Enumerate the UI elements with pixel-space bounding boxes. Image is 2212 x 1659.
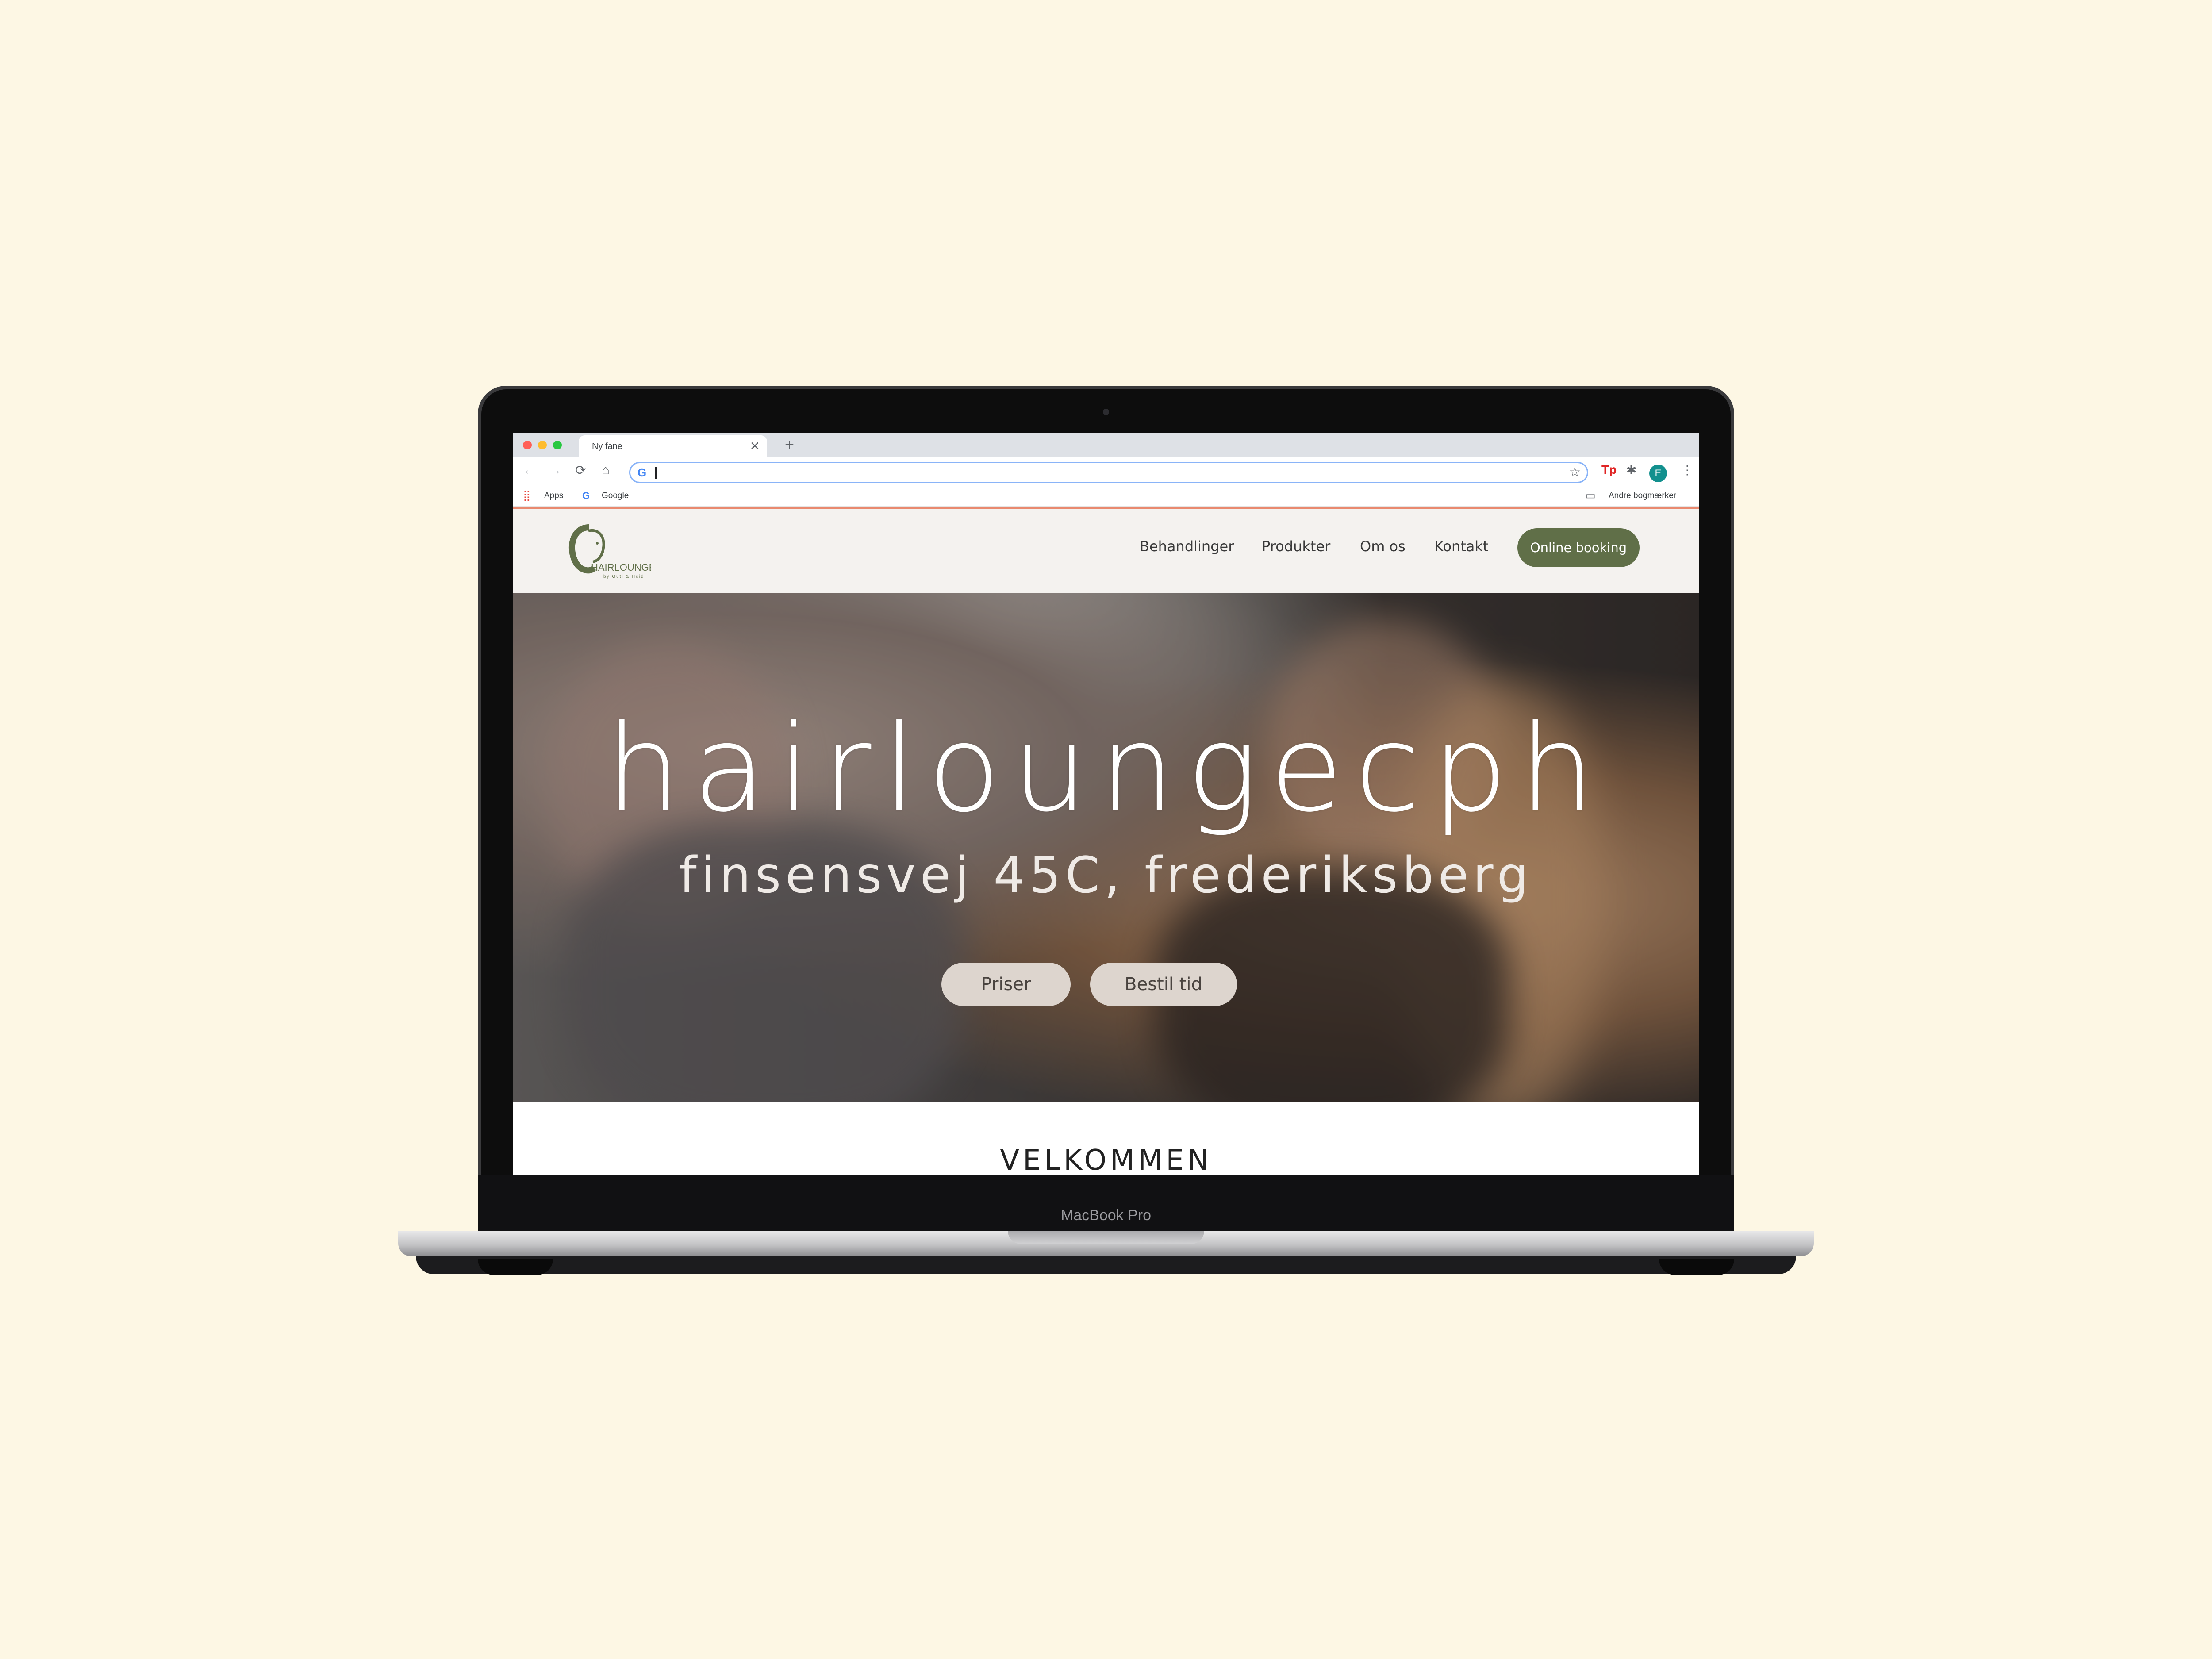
nav-om-os[interactable]: Om os xyxy=(1360,538,1406,555)
hero-subtitle: finsensvej 45C, frederiksberg xyxy=(679,847,1533,904)
folder-icon: ▭ xyxy=(1586,490,1596,502)
website: HAIRLOUNGE by Guti & Heidi Behandlinger … xyxy=(513,507,1699,1175)
hero-section: hairloungecph finsensvej 45C, frederiksb… xyxy=(513,593,1699,1102)
nav-kontakt[interactable]: Kontakt xyxy=(1434,538,1488,555)
minimize-window-button[interactable] xyxy=(538,441,547,449)
bookmark-google[interactable]: Google xyxy=(602,491,629,501)
reload-icon[interactable]: ⟳ xyxy=(575,463,586,478)
maximize-window-button[interactable] xyxy=(553,441,562,449)
tab-title: Ny fane xyxy=(592,442,622,451)
nav-produkter[interactable]: Produkter xyxy=(1262,538,1330,555)
camera xyxy=(1103,409,1109,415)
online-booking-button[interactable]: Online booking xyxy=(1517,528,1640,567)
bookmarks-bar: ⣿ Apps G Google ▭ Andre bogmærker xyxy=(513,486,1699,507)
google-bookmark-icon: G xyxy=(582,490,590,501)
text-caret xyxy=(655,467,657,479)
priser-button[interactable]: Priser xyxy=(941,963,1071,1006)
hero-title: hairloungecph xyxy=(605,699,1607,838)
extension-tp-icon[interactable]: Tp xyxy=(1601,463,1617,477)
address-bar[interactable]: G ☆ xyxy=(629,462,1588,483)
laptop-foot xyxy=(478,1259,553,1275)
profile-avatar[interactable]: E xyxy=(1649,465,1667,482)
nav-behandlinger[interactable]: Behandlinger xyxy=(1140,538,1234,555)
back-icon[interactable]: ← xyxy=(523,463,536,478)
bookmark-apps[interactable]: Apps xyxy=(544,491,563,501)
bookmark-other[interactable]: Andre bogmærker xyxy=(1609,491,1676,501)
google-icon: G xyxy=(637,466,647,479)
browser-toolbar: ← → ⟳ ⌂ G ☆ Tp ✱ E ⋮ xyxy=(513,457,1699,486)
tab-new-tab[interactable]: Ny fane ✕ xyxy=(579,435,767,457)
browser-menu-icon[interactable]: ⋮ xyxy=(1681,463,1694,477)
logo-subtext: by Guti & Heidi xyxy=(603,574,646,579)
apps-grid-icon: ⣿ xyxy=(523,490,531,502)
laptop-notch xyxy=(1008,1231,1204,1244)
device-label: MacBook Pro xyxy=(1060,1207,1152,1224)
welcome-heading: VELKOMMEN xyxy=(1000,1144,1212,1175)
close-window-button[interactable] xyxy=(523,441,532,449)
laptop-base-shadow xyxy=(416,1256,1796,1274)
laptop-foot xyxy=(1659,1259,1734,1275)
bookmark-star-icon[interactable]: ☆ xyxy=(1569,465,1581,480)
close-tab-icon[interactable]: ✕ xyxy=(750,439,760,453)
logo-wordmark: HAIRLOUNGE xyxy=(591,562,651,573)
site-header: HAIRLOUNGE by Guti & Heidi Behandlinger … xyxy=(513,509,1699,593)
home-icon[interactable]: ⌂ xyxy=(602,463,610,478)
forward-icon[interactable]: → xyxy=(549,463,562,478)
hairlounge-logo[interactable]: HAIRLOUNGE by Guti & Heidi xyxy=(563,518,655,583)
extensions-puzzle-icon[interactable]: ✱ xyxy=(1626,463,1636,477)
bestil-tid-button[interactable]: Bestil tid xyxy=(1090,963,1237,1006)
browser-window: Ny fane ✕ + ← → ⟳ ⌂ G ☆ Tp ✱ E ⋮ ⣿ Apps … xyxy=(513,433,1699,1175)
laptop-bezel-bottom: MacBook Pro xyxy=(478,1175,1734,1231)
hairlounge-logo-mark: HAIRLOUNGE by Guti & Heidi xyxy=(568,524,655,579)
tab-bar: Ny fane ✕ + xyxy=(513,433,1699,457)
new-tab-icon[interactable]: + xyxy=(785,435,794,454)
